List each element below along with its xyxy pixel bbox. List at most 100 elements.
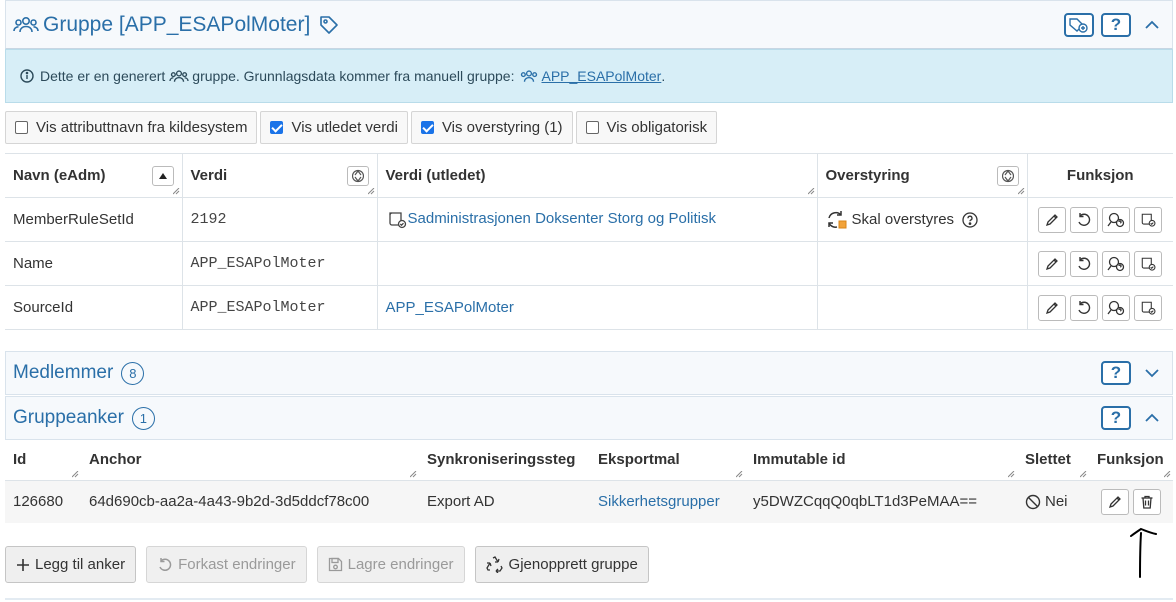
discard-changes-button[interactable]: Forkast endringer [146, 546, 307, 583]
header-label: Verdi (utledet) [385, 167, 486, 184]
col-header-export-template[interactable]: Eksportmal [590, 440, 745, 481]
resize-grip-icon[interactable] [72, 470, 79, 478]
resize-grip-icon[interactable] [1017, 188, 1025, 195]
col-header-name[interactable]: Navn (eAdm) [5, 153, 183, 198]
attr-name: MemberRuleSetId [5, 197, 183, 242]
filter-label: Vis overstyring (1) [441, 119, 563, 136]
export-template-link[interactable]: Sikkerhetsgrupper [590, 480, 745, 523]
header-label: Anchor [89, 451, 142, 469]
undo-icon [1076, 256, 1092, 272]
page-title: Gruppe [APP_ESAPolMoter] [43, 12, 311, 36]
script-button[interactable] [1134, 294, 1163, 321]
sort-icon[interactable] [996, 166, 1019, 186]
members-help-button[interactable]: ? [1101, 361, 1131, 385]
header-label: Funksjon [1066, 167, 1134, 184]
source-group-link[interactable]: APP_ESAPolMoter [541, 68, 661, 84]
filter-show-derived[interactable]: Vis utledet verdi [260, 111, 408, 144]
table-row: SourceId APP_ESAPolMoter APP_ESAPolMoter [5, 285, 1173, 330]
undo-icon [1076, 212, 1092, 228]
col-header-anchor[interactable]: Anchor [81, 440, 419, 481]
help-button[interactable]: ? [1101, 13, 1131, 37]
attr-name: Name [5, 241, 183, 286]
filter-show-source-names[interactable]: Vis attributtnavn fra kildesystem [5, 111, 258, 144]
edit-button[interactable] [1038, 206, 1067, 233]
reset-button[interactable] [1070, 206, 1099, 233]
col-header-value[interactable]: Verdi [182, 153, 378, 198]
collapse-chevron-icon[interactable] [1141, 14, 1163, 36]
info-text-before: Dette er en generert [40, 68, 166, 84]
script-button[interactable] [1134, 206, 1163, 233]
script-check-icon [386, 211, 408, 229]
attr-value: APP_ESAPolMoter [182, 241, 378, 286]
resize-grip-icon[interactable] [807, 188, 815, 195]
header-label: Eksportmal [598, 451, 680, 469]
anchor-sync-step: Export AD [419, 480, 590, 523]
search-question-icon [1107, 300, 1125, 316]
header-label: Synkroniseringssteg [427, 451, 576, 469]
members-section-header[interactable]: Medlemmer 8 ? [5, 351, 1173, 395]
reset-button[interactable] [1070, 250, 1099, 277]
col-header-sync-step[interactable]: Synkroniseringssteg [419, 440, 590, 481]
reset-button[interactable] [1070, 294, 1099, 321]
button-label: Lagre endringer [347, 556, 454, 573]
col-header-derived[interactable]: Verdi (utledet) [377, 153, 818, 198]
lookup-help-button[interactable] [1102, 206, 1131, 233]
sort-asc-icon[interactable] [151, 166, 174, 186]
resize-grip-icon[interactable] [1080, 470, 1087, 478]
question-circle-icon[interactable] [962, 211, 978, 228]
undo-icon [157, 557, 173, 573]
lookup-help-button[interactable] [1102, 250, 1131, 277]
manual-group-icon [519, 69, 539, 84]
derived-value-link[interactable]: Sadministrasjonen Doksenter Storg og Pol… [408, 210, 716, 227]
add-tag-button[interactable] [1064, 13, 1094, 37]
filter-show-override[interactable]: Vis overstyring (1) [410, 111, 573, 144]
col-header-override[interactable]: Overstyring [817, 153, 1028, 198]
checkbox-checked[interactable] [420, 121, 434, 134]
tag-icon[interactable] [318, 14, 340, 36]
table-header-row: Id Anchor Synkroniseringssteg Eksportmal… [5, 440, 1173, 481]
col-header-functions: Funksjon [1027, 153, 1173, 198]
plus-icon [16, 558, 30, 572]
derived-value-link[interactable]: APP_ESAPolMoter [377, 285, 818, 330]
checkbox[interactable] [15, 121, 28, 134]
attr-value: 2192 [182, 197, 378, 242]
filter-label: Vis utledet verdi [291, 119, 398, 136]
resize-grip-icon[interactable] [172, 188, 180, 195]
lookup-help-button[interactable] [1102, 294, 1131, 321]
info-banner: Dette er en generert gruppe. Grunnlagsda… [5, 49, 1173, 103]
sort-icon[interactable] [346, 166, 369, 186]
header-label: Id [13, 451, 27, 469]
col-header-deleted[interactable]: Slettet [1017, 440, 1089, 481]
pencil-icon [1044, 212, 1060, 228]
checkbox-checked[interactable] [270, 121, 284, 134]
checkbox[interactable] [585, 121, 599, 134]
resize-grip-icon[interactable] [1008, 470, 1015, 478]
save-changes-button[interactable]: Lagre endringer [316, 546, 465, 583]
pencil-icon [1107, 494, 1123, 510]
add-anchor-button[interactable]: Legg til anker [5, 546, 137, 583]
annotation-arrow-icon [1130, 527, 1157, 578]
delete-anchor-button[interactable] [1133, 488, 1161, 515]
resize-grip-icon[interactable] [736, 470, 743, 478]
members-title: Medlemmer [13, 362, 114, 383]
edit-button[interactable] [1038, 294, 1067, 321]
override-sync-icon [826, 210, 848, 230]
resize-grip-icon[interactable] [410, 470, 417, 478]
filter-show-required[interactable]: Vis obligatorisk [575, 111, 718, 144]
header-label: Slettet [1025, 451, 1071, 469]
restore-group-button[interactable]: Gjenopprett gruppe [474, 546, 649, 583]
collapse-chevron-icon[interactable] [1141, 407, 1163, 429]
resize-grip-icon[interactable] [1164, 470, 1171, 478]
anchor-value: 64d690cb-aa2a-4a43-9b2d-3d5ddcf78c00 [81, 480, 419, 523]
undo-icon [1076, 300, 1092, 316]
col-header-immutable-id[interactable]: Immutable id [745, 440, 1017, 481]
anchors-section-header[interactable]: Gruppeanker 1 ? [5, 396, 1173, 440]
edit-button[interactable] [1038, 250, 1067, 277]
expand-chevron-icon[interactable] [1141, 362, 1163, 384]
resize-grip-icon[interactable] [367, 188, 375, 195]
anchor-immutable-id: y5DWZCqqQ0qbLT1d3PeMAA== [745, 480, 1017, 523]
col-header-id[interactable]: Id [5, 440, 81, 481]
edit-anchor-button[interactable] [1101, 488, 1129, 515]
anchors-help-button[interactable]: ? [1101, 406, 1131, 430]
script-button[interactable] [1134, 250, 1163, 277]
